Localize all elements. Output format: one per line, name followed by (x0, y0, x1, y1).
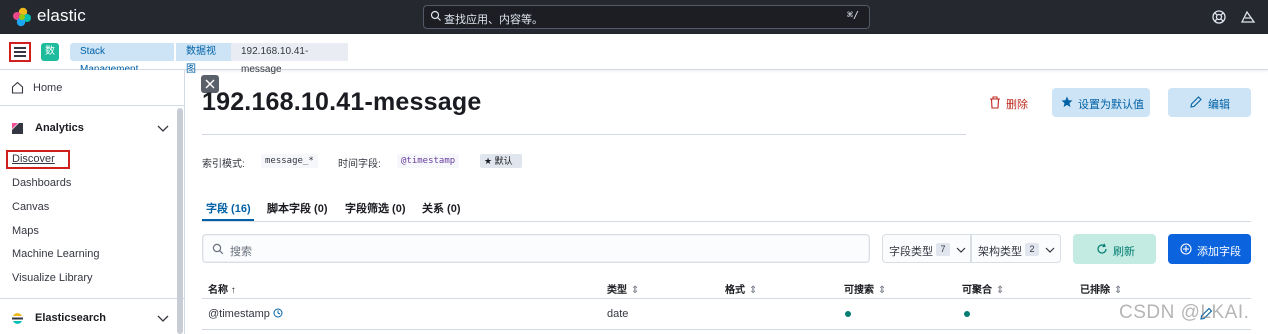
tab-scripted-fields[interactable]: 脚本字段 (0) (267, 200, 328, 216)
help-icon[interactable] (1211, 9, 1227, 25)
chevron-down-icon (956, 247, 966, 253)
menu-toggle-button[interactable] (9, 42, 31, 62)
sidebar-item-dashboards[interactable]: Dashboards (12, 177, 71, 189)
sidebar-item-discover[interactable]: Discover (12, 153, 55, 165)
column-header-searchable-label: 可搜索 (844, 285, 874, 296)
watermark: CSDN @LKAI. (1119, 302, 1250, 323)
schema-type-filter[interactable]: 架构类型 2 (971, 234, 1061, 263)
clock-icon (273, 308, 283, 318)
breadcrumb-current: 192.168.10.41-message (231, 43, 348, 75)
sidebar-item-visualize-library[interactable]: Visualize Library (12, 272, 93, 284)
sidebar-home-label: Home (33, 82, 63, 94)
aggregatable-indicator (964, 311, 970, 317)
sidebar-item-home[interactable]: Home (0, 70, 184, 106)
search-icon (430, 10, 441, 21)
home-icon (11, 81, 24, 94)
column-header-aggregatable[interactable]: 可聚合 ⇕ (962, 281, 1004, 296)
add-field-button[interactable]: 添加字段 (1168, 234, 1251, 264)
global-search-placeholder: 查找应用、内容等。 (444, 14, 543, 26)
field-type-cell: date (607, 308, 629, 320)
field-name-cell: @timestamp (208, 308, 283, 320)
edit-label: 编辑 (1208, 99, 1230, 111)
analytics-logo-icon (12, 123, 23, 134)
column-header-name[interactable]: 名称 ↑ (208, 281, 236, 296)
sidebar-group-elasticsearch[interactable]: Elasticsearch (0, 300, 184, 334)
set-default-button[interactable]: 设置为默认值 (1052, 88, 1150, 117)
column-header-excluded-label: 已排除 (1080, 285, 1110, 296)
sidebar-divider (0, 298, 184, 299)
breadcrumb-bar: 数 Stack Management 数据视图 192.168.10.41-me… (0, 34, 1268, 75)
sort-icon: ⇕ (631, 285, 640, 296)
tab-fields[interactable]: 字段 (16) (206, 200, 251, 216)
column-header-format-label: 格式 (725, 285, 745, 296)
hamburger-icon (14, 47, 26, 49)
column-header-format[interactable]: 格式 ⇕ (725, 281, 757, 296)
sidebar-group-label: Analytics (35, 122, 84, 134)
breadcrumb-data-views[interactable]: 数据视图 (176, 43, 232, 75)
search-shortcut: ⌘/ (846, 10, 859, 21)
time-field-value: @timestamp (397, 154, 460, 168)
chevron-down-icon (157, 315, 169, 322)
sort-icon: ⇕ (878, 285, 887, 296)
sidebar-item-canvas[interactable]: Canvas (12, 201, 49, 213)
breadcrumb-stack-management[interactable]: Stack Management (70, 43, 174, 75)
default-badge: ★ 默认 (480, 154, 522, 168)
index-pattern-value: message_* (261, 154, 318, 168)
tabs-divider (202, 221, 1251, 222)
space-avatar[interactable]: 数 (41, 43, 59, 61)
pencil-icon (1190, 96, 1202, 108)
edit-button[interactable]: 编辑 (1168, 88, 1251, 117)
table-header-divider (202, 298, 1251, 299)
elastic-logo-icon[interactable] (12, 7, 32, 27)
sort-icon: ⇕ (749, 285, 758, 296)
brand-name[interactable]: elastic (37, 6, 86, 26)
newsfeed-icon[interactable] (1240, 9, 1256, 25)
field-search-placeholder: 搜索 (230, 246, 252, 258)
sidebar-scrollbar[interactable] (177, 108, 183, 334)
field-type-count: 7 (936, 243, 950, 256)
refresh-button[interactable]: 刷新 (1073, 234, 1156, 264)
sidebar-group-label: Elasticsearch (35, 312, 106, 324)
field-type-filter[interactable]: 字段类型 7 (882, 234, 971, 263)
global-search[interactable]: 查找应用、内容等。 ⌘/ (423, 5, 870, 29)
add-field-label: 添加字段 (1197, 246, 1241, 258)
time-field-label: 时间字段: (338, 159, 381, 170)
schema-type-count: 2 (1025, 243, 1039, 256)
table-row-divider (202, 329, 1251, 330)
side-nav: Home Analytics Discover Dashboards Canva… (0, 70, 185, 334)
column-header-type-label: 类型 (607, 285, 627, 296)
column-header-searchable[interactable]: 可搜索 ⇕ (844, 281, 886, 296)
top-header: elastic 查找应用、内容等。 ⌘/ (0, 0, 1268, 34)
trash-icon (990, 96, 1000, 109)
schema-type-label: 架构类型 (978, 246, 1022, 258)
sort-icon: ⇕ (996, 285, 1005, 296)
field-type-label: 字段类型 (889, 246, 933, 258)
column-header-aggregatable-label: 可聚合 (962, 285, 992, 296)
sidebar-group-analytics[interactable]: Analytics (0, 110, 184, 146)
column-header-excluded[interactable]: 已排除 ⇕ (1080, 281, 1122, 296)
searchable-indicator (845, 311, 851, 317)
set-default-label: 设置为默认值 (1078, 99, 1144, 111)
index-pattern-label: 索引模式: (202, 159, 245, 170)
chevron-down-icon (1045, 247, 1055, 253)
sidebar-item-maps[interactable]: Maps (12, 225, 39, 237)
refresh-icon (1097, 243, 1107, 254)
tab-field-filters[interactable]: 字段筛选 (0) (345, 200, 406, 216)
delete-label: 删除 (1006, 99, 1028, 111)
chevron-down-icon (157, 125, 169, 132)
page-title: 192.168.10.41-message (202, 88, 482, 116)
star-icon (1061, 96, 1073, 107)
sort-icon: ⇕ (1114, 285, 1123, 296)
elasticsearch-logo-icon (12, 313, 23, 324)
refresh-label: 刷新 (1113, 246, 1135, 258)
field-name: @timestamp (208, 308, 270, 320)
tab-relationships[interactable]: 关系 (0) (422, 200, 461, 216)
plus-in-circle-icon (1180, 243, 1192, 255)
delete-button[interactable]: 删除 (984, 92, 1036, 114)
title-divider (202, 134, 966, 135)
sidebar-item-machine-learning[interactable]: Machine Learning (12, 248, 99, 260)
search-icon (212, 243, 224, 255)
field-search-input[interactable]: 搜索 (202, 234, 870, 263)
column-header-type[interactable]: 类型 ⇕ (607, 281, 639, 296)
